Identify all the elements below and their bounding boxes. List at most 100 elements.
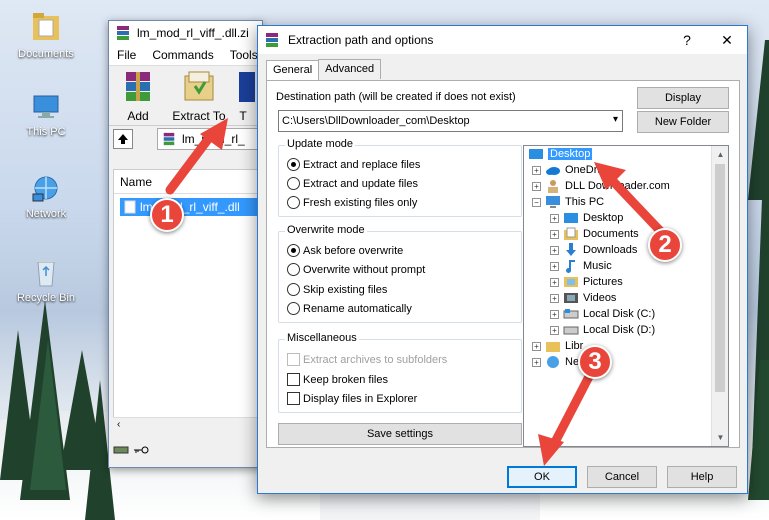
expand-icon[interactable]: + bbox=[550, 229, 559, 239]
file-list: Name lm_mod_rl_viff_.dll bbox=[113, 169, 262, 433]
scrollbar-thumb[interactable] bbox=[715, 164, 725, 392]
option-label: Extract and replace files bbox=[303, 158, 421, 171]
winrar-toolbar: Add Extract To T bbox=[109, 65, 262, 125]
radio-extract-replace[interactable]: Extract and replace files bbox=[287, 158, 420, 171]
option-label: Skip existing files bbox=[303, 283, 388, 296]
radio-icon[interactable] bbox=[287, 263, 300, 276]
add-button[interactable]: Add bbox=[109, 66, 167, 125]
radio-rename-automatically[interactable]: Rename automatically bbox=[287, 302, 412, 315]
desktop-icon-network[interactable]: Network bbox=[6, 174, 86, 220]
radio-overwrite-without-prompt[interactable]: Overwrite without prompt bbox=[287, 263, 425, 276]
tree-item-this-pc[interactable]: − This PC bbox=[532, 194, 604, 210]
file-list-item[interactable]: lm_mod_rl_viff_.dll bbox=[120, 198, 262, 216]
desktop-icon-recycle-bin[interactable]: Recycle Bin bbox=[6, 256, 86, 304]
radio-icon[interactable] bbox=[287, 283, 300, 296]
extract-to-button[interactable]: Extract To bbox=[167, 66, 231, 125]
checkbox-icon[interactable] bbox=[287, 373, 300, 386]
tree-item-desktop[interactable]: + Desktop bbox=[550, 210, 623, 226]
desktop-icon-documents[interactable]: Documents bbox=[6, 10, 86, 60]
tree-item-onedrive[interactable]: + OneDrive bbox=[532, 162, 611, 178]
archive-path-field[interactable]: lm_mod_rl_ bbox=[157, 127, 258, 150]
annotation-badge-2: 2 bbox=[648, 228, 682, 262]
tree-item-libraries[interactable]: + Libr bbox=[532, 338, 583, 354]
cancel-button[interactable]: Cancel bbox=[587, 466, 657, 488]
annotation-badge-1: 1 bbox=[150, 198, 184, 232]
radio-selected-icon[interactable] bbox=[287, 244, 300, 257]
tree-item-downloads[interactable]: + Downloads bbox=[550, 242, 637, 258]
column-header-name[interactable]: Name bbox=[114, 170, 261, 194]
expand-icon[interactable]: + bbox=[550, 277, 559, 287]
miscellaneous-title: Miscellaneous bbox=[285, 332, 359, 344]
desktop-icon-label: Recycle Bin bbox=[16, 292, 76, 304]
tab-advanced[interactable]: Advanced bbox=[318, 59, 382, 79]
expand-icon[interactable]: + bbox=[532, 341, 541, 351]
tab-general[interactable]: General bbox=[266, 60, 320, 80]
dialog-title-bar[interactable]: Extraction path and options ? ✕ bbox=[258, 26, 747, 54]
desktop-icon bbox=[564, 213, 578, 223]
radio-skip-existing[interactable]: Skip existing files bbox=[287, 283, 387, 296]
computer-icon bbox=[33, 95, 59, 118]
tree-item-desktop-root[interactable]: Desktop bbox=[528, 146, 593, 162]
network-icon bbox=[32, 176, 58, 202]
radio-extract-update[interactable]: Extract and update files bbox=[287, 177, 418, 190]
file-list-horizontal-scrollbar[interactable]: ‹ bbox=[113, 417, 262, 433]
expand-icon[interactable]: + bbox=[532, 357, 541, 367]
tree-item-network[interactable]: + Ne bbox=[532, 354, 579, 370]
radio-icon[interactable] bbox=[287, 302, 300, 315]
expand-icon[interactable]: + bbox=[550, 293, 559, 303]
expand-icon[interactable]: + bbox=[550, 213, 559, 223]
expand-icon[interactable]: + bbox=[550, 309, 559, 319]
chevron-down-icon[interactable]: ▾ bbox=[613, 114, 618, 125]
expand-icon[interactable]: + bbox=[550, 325, 559, 335]
tree-item-documents[interactable]: + Documents bbox=[550, 226, 639, 242]
checkbox-icon bbox=[287, 353, 300, 366]
close-button[interactable]: ✕ bbox=[707, 32, 747, 49]
checkbox-keep-broken-files[interactable]: Keep broken files bbox=[287, 373, 388, 386]
radio-selected-icon[interactable] bbox=[287, 158, 300, 171]
ok-button[interactable]: OK bbox=[507, 466, 577, 488]
miscellaneous-group: Miscellaneous Extract archives to subfol… bbox=[278, 332, 522, 413]
tree-item-label: OneDrive bbox=[565, 164, 612, 176]
tree-item-videos[interactable]: + Videos bbox=[550, 290, 616, 306]
desktop-icon-label: Network bbox=[25, 208, 67, 220]
checkbox-display-in-explorer[interactable]: Display files in Explorer bbox=[287, 392, 417, 405]
tree-item-pictures[interactable]: + Pictures bbox=[550, 274, 623, 290]
display-button[interactable]: Display bbox=[637, 87, 729, 109]
winrar-window: lm_mod_rl_viff_.dll.zi File Commands Too… bbox=[108, 20, 263, 468]
menu-commands[interactable]: Commands bbox=[144, 48, 221, 62]
expand-icon[interactable]: + bbox=[550, 245, 559, 255]
radio-fresh-existing[interactable]: Fresh existing files only bbox=[287, 196, 417, 209]
expand-icon[interactable]: + bbox=[550, 261, 559, 271]
radio-icon[interactable] bbox=[287, 177, 300, 190]
update-mode-group: Update mode Extract and replace files Ex… bbox=[278, 138, 522, 217]
menu-file[interactable]: File bbox=[109, 48, 144, 62]
new-folder-button[interactable]: New Folder bbox=[637, 111, 729, 133]
test-button[interactable]: T bbox=[231, 66, 255, 125]
checkbox-icon[interactable] bbox=[287, 392, 300, 405]
desktop-icon-this-pc[interactable]: This PC bbox=[6, 92, 86, 138]
destination-path-combobox[interactable]: C:\Users\DllDownloader_com\Desktop ▾ bbox=[278, 110, 623, 132]
update-mode-title: Update mode bbox=[285, 138, 356, 150]
scroll-down-icon[interactable]: ▼ bbox=[712, 429, 728, 446]
collapse-icon[interactable]: − bbox=[532, 197, 541, 207]
folder-tree-scrollbar[interactable]: ▲ ▼ bbox=[711, 146, 728, 446]
winrar-title-bar[interactable]: lm_mod_rl_viff_.dll.zi bbox=[109, 21, 262, 45]
destination-path-value: C:\Users\DllDownloader_com\Desktop bbox=[282, 115, 470, 127]
expand-icon[interactable]: + bbox=[532, 165, 541, 175]
tree-item-user[interactable]: + DLL Downloader.com bbox=[532, 178, 670, 194]
option-label: Overwrite without prompt bbox=[303, 263, 426, 276]
help-button[interactable]: Help bbox=[667, 466, 737, 488]
recycle-bin-icon bbox=[36, 259, 56, 287]
option-label: Ask before overwrite bbox=[303, 244, 404, 257]
radio-icon[interactable] bbox=[287, 196, 300, 209]
scroll-up-icon[interactable]: ▲ bbox=[712, 146, 728, 163]
tree-item-local-disk-d[interactable]: + Local Disk (D:) bbox=[550, 322, 655, 338]
tree-item-music[interactable]: + Music bbox=[550, 258, 612, 274]
expand-icon[interactable]: + bbox=[532, 181, 541, 191]
save-settings-button[interactable]: Save settings bbox=[278, 423, 522, 445]
tree-item-local-disk-c[interactable]: + Local Disk (C:) bbox=[550, 306, 655, 322]
annotation-badge-3: 3 bbox=[578, 345, 612, 379]
radio-ask-before[interactable]: Ask before overwrite bbox=[287, 244, 403, 257]
up-folder-button[interactable] bbox=[113, 128, 133, 149]
help-title-button[interactable]: ? bbox=[667, 32, 707, 48]
